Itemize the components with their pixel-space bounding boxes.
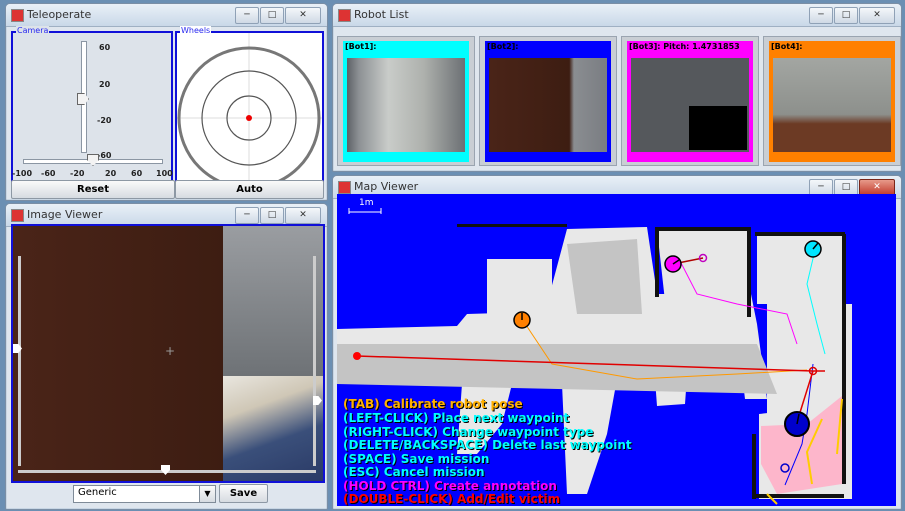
robot-card-bot2[interactable]: [Bot2]: [479,36,617,166]
save-button[interactable]: Save [219,484,268,503]
app-icon [11,209,24,222]
auto-button[interactable]: Auto [175,180,324,199]
wheels-panel: Wheels [175,26,324,182]
feed-tilt-slider[interactable] [18,256,21,466]
robot-label: [Bot2]: [485,41,611,54]
teleoperate-window: Teleoperate ─ □ ✕ Camera 60 20 -20 -60 -… [5,3,328,201]
help-delete-waypoint: (DELETE/BACKSPACE) Delete last waypoint [343,438,632,452]
pan-tick: -100 [12,169,33,178]
pan-tick: 60 [131,169,143,178]
wheels-joystick[interactable] [177,33,322,180]
help-place-waypoint: (LEFT-CLICK) Place next waypoint [343,411,570,425]
close-button[interactable]: ✕ [285,7,321,24]
minimize-button[interactable]: ─ [235,7,259,24]
window-title: Teleoperate [27,8,92,21]
robot-card-bot4[interactable]: [Bot4]: [763,36,901,166]
help-save-mission: (SPACE) Save mission [343,452,490,466]
annotation-type-value: Generic [78,487,117,498]
scale-label: 1m [359,198,374,208]
close-button[interactable]: ✕ [859,7,895,24]
robot-camera-thumbnail[interactable] [631,58,749,152]
robot-label: [Bot4]: [769,41,895,54]
maximize-button[interactable]: □ [834,7,858,24]
robot-camera-thumbnail[interactable] [489,58,607,152]
tilt-slider-thumb[interactable] [77,93,89,105]
help-change-waypoint-type: (RIGHT-CLICK) Change waypoint type [343,425,594,439]
camera-feed-victim [223,376,323,481]
window-title: Image Viewer [27,208,103,221]
pan-tick: -20 [70,169,85,178]
window-title: Robot List [354,8,409,21]
image-viewer-window: Image Viewer ─ □ ✕ + Generic ▼ Save [5,203,328,510]
tilt-tick: 20 [99,80,111,89]
pan-tick: 20 [105,169,117,178]
window-title: Map Viewer [354,180,419,193]
close-button[interactable]: ✕ [285,207,321,224]
help-add-edit-victim: (DOUBLE-CLICK) Add/Edit victim [343,492,561,506]
maximize-button[interactable]: □ [260,7,284,24]
robot-camera-thumbnail[interactable] [773,58,891,152]
robot-camera-thumbnail[interactable] [347,58,465,152]
robot-label: [Bot3]: Pitch: 1.4731853 [627,41,753,54]
tilt-tick: -20 [97,116,112,125]
robot-list-titlebar[interactable]: Robot List ─ □ ✕ [333,4,901,27]
pan-tick: 100 [156,169,173,178]
app-icon [338,9,351,22]
annotation-type-select[interactable]: Generic ▼ [73,485,216,503]
thumbnail-dark-opening [689,106,747,150]
app-icon [338,181,351,194]
camera-feed-wall [223,226,323,376]
chevron-down-icon[interactable]: ▼ [199,486,215,502]
camera-feed[interactable]: + [11,224,325,483]
minimize-button[interactable]: ─ [809,7,833,24]
help-cancel-mission: (ESC) Cancel mission [343,465,485,479]
teleoperate-titlebar[interactable]: Teleoperate ─ □ ✕ [6,4,327,27]
feed-pan-thumb[interactable] [161,465,170,475]
pan-slider-thumb[interactable] [87,154,99,166]
crosshair-icon: + [165,344,176,358]
robot-card-bot3[interactable]: [Bot3]: Pitch: 1.4731853 [621,36,759,166]
help-create-annotation: (HOLD CTRL) Create annotation [343,479,557,493]
camera-panel: Camera 60 20 -20 -60 -100 -60 -20 20 60 … [11,26,173,182]
robot-label: [Bot1]: [343,41,469,54]
robot-card-bot1[interactable]: [Bot1]: [337,36,475,166]
app-icon [11,9,24,22]
minimize-button[interactable]: ─ [235,207,259,224]
pan-tick: -60 [41,169,56,178]
reset-button[interactable]: Reset [11,180,175,199]
feed-right-slider[interactable] [313,256,316,466]
tilt-tick: 60 [99,43,111,52]
maximize-button[interactable]: □ [260,207,284,224]
help-calibrate-pose: (TAB) Calibrate robot pose [343,397,523,411]
camera-panel-label: Camera [16,26,50,35]
robot-list-window: Robot List ─ □ ✕ [Bot1]: [Bot2]: [Bot3]:… [332,3,902,172]
